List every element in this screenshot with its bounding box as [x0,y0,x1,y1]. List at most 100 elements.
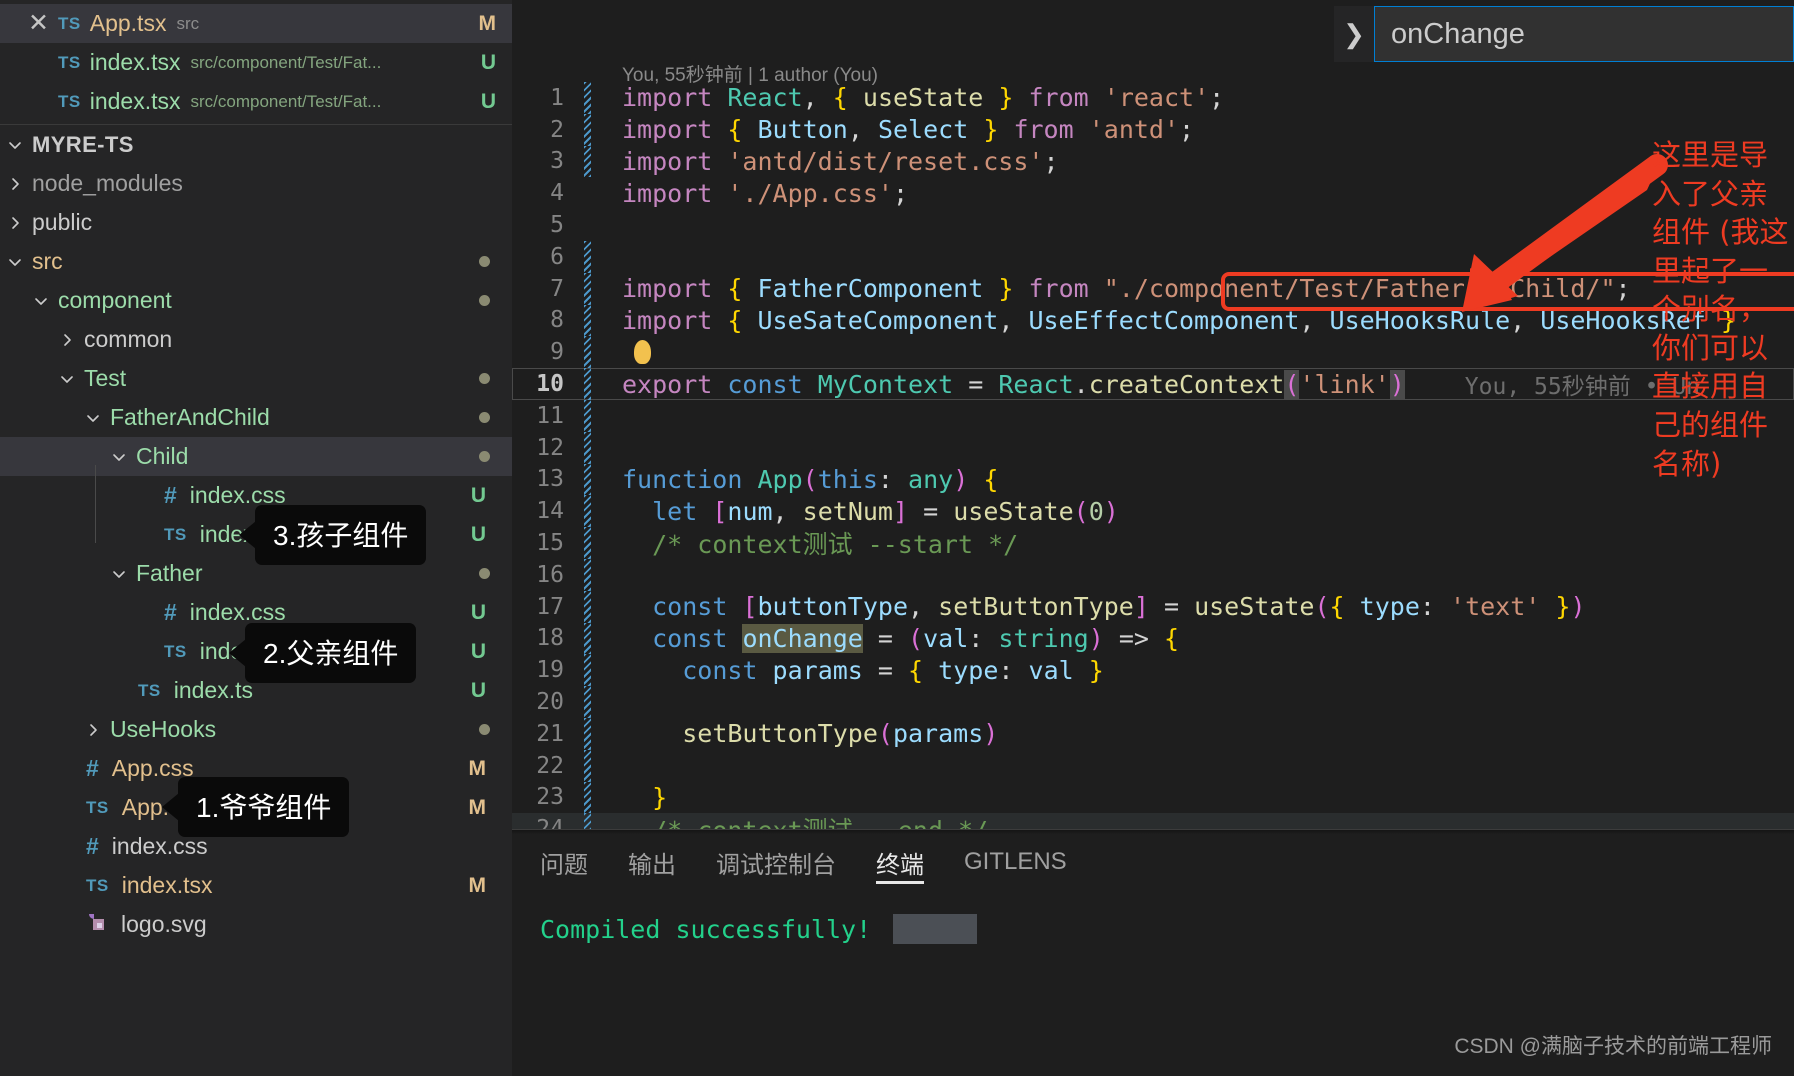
close-icon[interactable]: ✕ [28,11,58,36]
code-line-text: setButtonType(params) [682,719,999,749]
code-line[interactable]: 24 /* context测试 --end */ [512,813,1794,829]
code-line[interactable]: 11 [512,399,1794,432]
panel-shadow [512,830,1794,834]
code-line-text: import { Button, Select } from 'antd'; [622,115,1195,145]
code-line[interactable]: 16 [512,558,1794,591]
open-editor-row-index-tsx-1[interactable]: TS index.tsx src/component/Test/Fat... U [0,43,512,82]
open-editor-name: App.tsx [89,10,167,36]
tree-folder-child[interactable]: Child [0,437,512,476]
code-line[interactable]: 17 const [buttonType, setButtonType] = u… [512,590,1794,623]
chevron-down-icon[interactable] [106,566,132,582]
dirty-diff-marker [584,686,591,718]
chevron-right-icon[interactable] [2,215,28,231]
dirty-diff-marker [584,495,591,528]
tree-item-label: node_modules [32,170,183,196]
dirty-diff-marker [584,749,591,782]
chevron-down-icon[interactable] [106,449,132,465]
chevron-right-icon[interactable] [80,722,106,738]
open-editors-section: ✕ TS App.tsx src M TS index.tsx src/comp… [0,0,512,121]
code-line[interactable]: 15 /* context测试 --start */ [512,527,1794,559]
dirty-diff-marker [584,622,591,655]
code-line[interactable]: 14 let [num, setNum] = useState(0) [512,495,1794,528]
ts-file-icon: TS [58,52,81,72]
ts-file-icon: TS [86,875,109,895]
dirty-diff-marker [584,781,591,814]
open-editor-row-index-tsx-2[interactable]: TS index.tsx src/component/Test/Fat... U [0,82,512,121]
folder-change-dot [479,724,490,735]
explorer-root[interactable]: MYRE-TS [0,125,512,164]
git-status-badge: U [470,639,486,663]
code-line[interactable]: 20 [512,686,1794,718]
panel-tab-1[interactable]: 输出 [628,830,676,894]
chevron-right-icon[interactable] [2,176,28,192]
watermark-text: CSDN @满脑子技术的前端工程师 [1454,1035,1772,1058]
code-line-text: function App(this: any) { [622,464,999,494]
tree-folder-test[interactable]: Test [0,359,512,398]
tree-file-index-tsx[interactable]: TS index.tsx M [0,866,512,905]
bottom-panel: 问题 输出 调试控制台 终端 GITLENS Compiled successfully… [512,829,1794,1076]
code-line[interactable]: 18 const onChange = (val: string) => { [512,622,1794,655]
line-number: 19 [536,657,564,684]
terminal-output[interactable]: Compiled successfully! [512,894,1794,944]
panel-tab-3[interactable]: 终端 [876,830,924,894]
chevron-right-icon[interactable]: ❯ [1334,6,1374,62]
chevron-down-icon[interactable] [2,254,28,270]
dirty-diff-marker [584,336,591,369]
dirty-diff-marker [584,654,591,687]
code-line[interactable]: 19 const params = { type: val } [512,654,1794,687]
chevron-down-icon[interactable] [2,137,28,153]
tree-folder-node-modules[interactable]: node_modules [0,164,512,203]
code-line[interactable]: 2 import { Button, Select } from 'antd'; [512,113,1794,146]
line-number: 22 [536,752,564,779]
panel-tab-2[interactable]: 调试控制台 [716,830,836,894]
code-line[interactable]: 10 export const MyContext = React.createC… [512,368,1794,400]
folder-change-dot [479,568,490,579]
find-widget[interactable]: ❯ onChange [1334,6,1794,62]
open-editor-path: src/component/Test/Fat... [190,91,382,111]
callout-text: 1.爷爷组件 [196,792,332,823]
panel-tab-0[interactable]: 问题 [540,830,588,894]
chevron-down-icon[interactable] [54,371,80,387]
tree-file-logo-svg[interactable]: logo.svg [0,905,512,944]
code-line[interactable]: 9 [512,336,1794,369]
lightbulb-icon[interactable] [634,340,651,365]
dirty-diff-marker [584,431,591,464]
line-number: 9 [550,339,564,366]
chevron-down-icon[interactable] [80,410,106,426]
vscode-window: ✕ TS App.tsx src M TS index.tsx src/comp… [0,0,1794,1076]
code-line[interactable]: 22 [512,749,1794,782]
code-line-text: const params = { type: val } [682,655,1104,685]
folder-change-dot [479,412,490,423]
tree-folder-component[interactable]: component [0,281,512,320]
folder-change-dot [479,295,490,306]
line-number: 23 [536,784,564,811]
dirty-diff-marker [584,82,591,114]
line-number: 5 [550,212,564,239]
folder-change-dot [479,256,490,267]
tree-folder-src[interactable]: src [0,242,512,281]
code-line[interactable]: 21 setButtonType(params) [512,717,1794,750]
tree-folder-public[interactable]: public [0,203,512,242]
code-line[interactable]: 23 } [512,781,1794,814]
tree-folder-usehooks[interactable]: UseHooks [0,710,512,749]
panel-tab-4[interactable]: GITLENS [964,830,1067,894]
red-arrow-icon [1462,154,1668,312]
find-input[interactable]: onChange [1374,6,1794,62]
code-line[interactable]: 13 function App(this: any) { [512,463,1794,496]
chevron-right-icon[interactable] [54,332,80,348]
code-line[interactable]: 12 [512,431,1794,464]
red-annotation-text: 这里是导入了父亲组件 (我这里起了一个别名，你们可以直接用自己的组件名称) [1652,138,1789,481]
code-line-text: export const MyContext = React.createCon… [622,369,1405,399]
callout-grandparent-component: 1.爷爷组件 [178,777,350,837]
chevron-down-icon[interactable] [28,293,54,309]
tree-item-label: FatherAndChild [110,404,270,430]
tree-folder-common[interactable]: common [0,320,512,359]
tree-item-label: public [32,209,93,235]
line-number: 14 [536,498,564,525]
open-editor-row-app-tsx[interactable]: ✕ TS App.tsx src M [0,4,512,43]
tree-folder-fatherandchild[interactable]: FatherAndChild [0,398,512,437]
code-line[interactable]: 1 import React, { useState } from 'react'… [512,82,1794,114]
line-number: 7 [550,275,564,302]
line-number: 11 [536,402,564,429]
code-line-text: } [652,782,668,812]
